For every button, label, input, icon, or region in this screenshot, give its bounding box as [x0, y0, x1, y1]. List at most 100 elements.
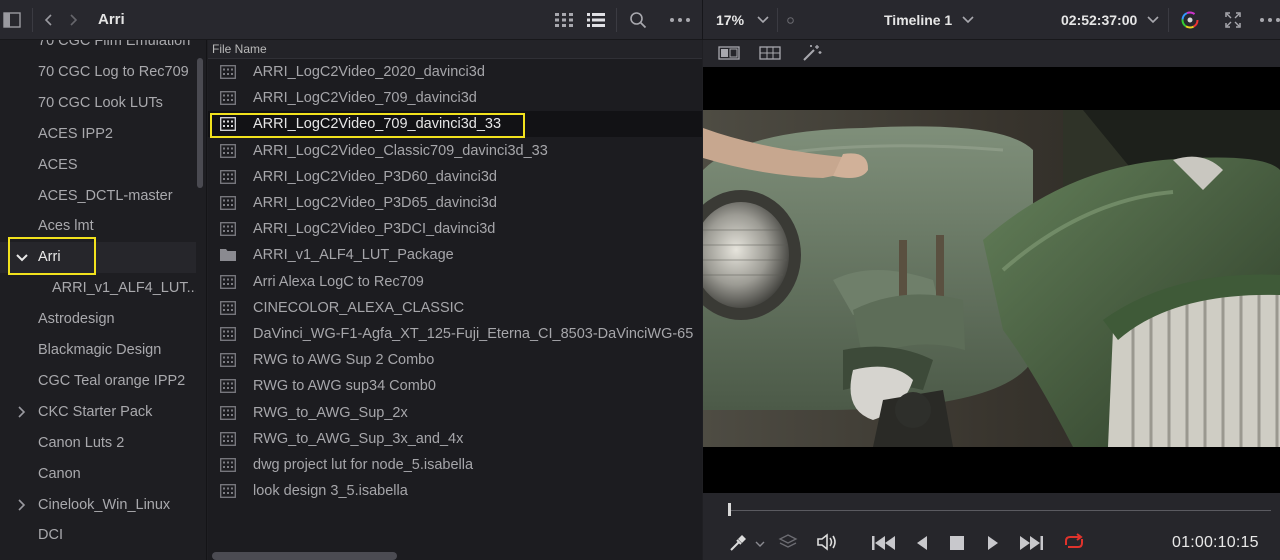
viewer-more-options-icon[interactable] [1258, 10, 1280, 30]
search-icon[interactable] [628, 10, 648, 30]
lut-file-icon [220, 65, 236, 79]
lut-file-icon [220, 222, 236, 237]
tree-item-label: 70 CGC Film Emulation [38, 40, 191, 49]
fullscreen-icon[interactable] [1224, 11, 1242, 29]
file-row[interactable]: ARRI_LogC2Video_Classic709_davinci3d_33 [208, 138, 702, 164]
folder-icon [220, 248, 236, 262]
file-row[interactable]: RWG_to_AWG_Sup_2x [208, 400, 702, 426]
timeline-selector[interactable]: Timeline 1 [884, 12, 952, 28]
file-row[interactable]: RWG_to_AWG_Sup_3x_and_4x [208, 426, 702, 452]
lut-file-icon [220, 353, 236, 368]
thumbnail-view-icon[interactable] [554, 11, 574, 29]
file-row[interactable]: Arri Alexa LogC to Rec709 [208, 269, 702, 295]
tree-item[interactable]: 70 CGC Film Emulation [0, 40, 196, 57]
tree-item[interactable]: ACES IPP2 [0, 119, 196, 150]
file-row[interactable]: ARRI_LogC2Video_709_davinci3d [208, 85, 702, 111]
layers-icon[interactable] [777, 531, 799, 553]
skip-to-start-icon[interactable] [871, 533, 897, 553]
chevron-right-icon[interactable] [15, 490, 29, 521]
tree-item-label: ACES IPP2 [38, 125, 113, 142]
top-toolbar: Arri 17% Timeline 1 02:52:37:00 [0, 0, 1280, 40]
tree-item[interactable]: ARRI_v1_ALF4_LUT... [0, 273, 196, 304]
tree-item[interactable]: ACES [0, 150, 196, 181]
lut-file-icon [220, 196, 236, 210]
file-row[interactable]: CINECOLOR_ALEXA_CLASSIC [208, 295, 702, 321]
file-name: ARRI_LogC2Video_P3D65_davinci3d [253, 195, 497, 211]
lut-file-icon [220, 431, 236, 446]
file-row[interactable]: ARRI_LogC2Video_P3D65_davinci3d [208, 190, 702, 216]
gallery-grid-icon[interactable] [758, 44, 782, 62]
file-name: RWG_to_AWG_Sup_2x [253, 404, 408, 421]
play-reverse-icon[interactable] [913, 533, 931, 553]
tree-item[interactable]: ACES_DCTL-master [0, 181, 196, 212]
record-timecode: 01:00:10:15 [1172, 534, 1259, 551]
lut-file-icon [220, 91, 236, 106]
source-timecode: 02:52:37:00 [1061, 12, 1138, 28]
lut-file-icon [220, 274, 236, 289]
file-name: RWG_to_AWG_Sup_3x_and_4x [253, 430, 464, 447]
column-header-file-name[interactable]: File Name [208, 40, 702, 59]
timecode-chevron-down-icon[interactable] [1146, 12, 1160, 28]
file-row[interactable]: look design 3_5.isabella [208, 478, 702, 504]
lut-folder-tree: 70 CGC Film Emulation 70 CGC Log to Rec70… [0, 40, 207, 560]
file-row[interactable]: ARRI_v1_ALF4_LUT_Package [208, 242, 702, 268]
file-name: RWG to AWG sup34 Comb0 [253, 378, 436, 395]
tree-item[interactable]: DCI [0, 520, 196, 551]
back-icon[interactable] [40, 10, 58, 30]
split-wipe-icon[interactable] [717, 44, 741, 62]
tree-item-label: Canon [38, 465, 81, 482]
file-row[interactable]: ARRI_LogC2Video_P3D60_davinci3d [208, 164, 702, 190]
arri-folder-highlight [8, 237, 96, 275]
file-row[interactable]: ARRI_LogC2Video_2020_davinci3d [208, 59, 702, 85]
tree-item[interactable]: Cinelook_Win_Linux [0, 490, 196, 521]
viewer-toolbar [703, 40, 1280, 67]
file-row[interactable]: ARRI_LogC2Video_P3DCI_davinci3d [208, 216, 702, 242]
tree-item-label: DCI [38, 527, 63, 544]
lut-file-icon [220, 458, 236, 472]
loop-icon[interactable] [1061, 531, 1087, 553]
tree-item[interactable]: CGC Teal orange IPP2 [0, 366, 196, 397]
eyedropper-icon[interactable] [728, 533, 748, 553]
volume-icon[interactable] [815, 531, 839, 553]
tree-item-label: Astrodesign [38, 311, 115, 328]
panel-toggle-icon[interactable] [2, 10, 22, 30]
tree-item[interactable]: Blackmagic Design [0, 335, 196, 366]
tree-scrollbar[interactable] [197, 58, 203, 188]
file-name: Arri Alexa LogC to Rec709 [253, 273, 424, 290]
tree-item-label: CGC Teal orange IPP2 [38, 372, 186, 389]
file-list-scrollbar[interactable] [212, 552, 397, 560]
list-view-icon[interactable] [586, 11, 606, 29]
tree-item[interactable]: Canon Luts 2 [0, 428, 196, 459]
timeline-chevron-down-icon[interactable] [961, 12, 975, 28]
tree-item[interactable]: Astrodesign [0, 304, 196, 335]
tree-item[interactable]: Canon [0, 459, 196, 490]
tree-item[interactable]: 70 CGC Log to Rec709 [0, 57, 196, 88]
status-dot-icon [786, 16, 794, 24]
tree-item-label: ACES [38, 156, 78, 173]
file-name: ARRI_LogC2Video_P3D60_davinci3d [253, 168, 497, 185]
playhead[interactable] [728, 503, 731, 516]
stop-icon[interactable] [947, 533, 967, 553]
file-name: ARRI_LogC2Video_709_davinci3d [253, 90, 477, 107]
tree-item-label: ACES_DCTL-master [38, 187, 173, 204]
tree-item-label: Cinelook_Win_Linux [38, 496, 171, 513]
magic-wand-icon[interactable] [801, 43, 823, 63]
file-row[interactable]: dwg project lut for node_5.isabella [208, 452, 702, 478]
scrubber-track[interactable] [731, 510, 1271, 511]
zoom-chevron-down-icon[interactable] [756, 12, 770, 28]
lut-file-icon [220, 405, 236, 420]
play-icon[interactable] [984, 533, 1002, 553]
file-name: look design 3_5.isabella [253, 483, 408, 500]
file-row[interactable]: DaVinci_WG-F1-Agfa_XT_125-Fuji_Eterna_CI… [208, 321, 702, 347]
chevron-right-icon[interactable] [15, 397, 29, 428]
tree-item[interactable]: CKC Starter Pack [0, 397, 196, 428]
tree-item[interactable]: 70 CGC Look LUTs [0, 88, 196, 119]
file-row[interactable]: RWG to AWG Sup 2 Combo [208, 347, 702, 373]
forward-icon[interactable] [64, 10, 82, 30]
file-row[interactable]: RWG to AWG sup34 Comb0 [208, 373, 702, 399]
color-wheel-icon[interactable] [1179, 9, 1201, 31]
more-options-icon[interactable] [668, 10, 692, 30]
zoom-level[interactable]: 17% [716, 12, 744, 28]
skip-to-end-icon[interactable] [1018, 533, 1044, 553]
eyedropper-chevron-down-icon[interactable] [753, 537, 767, 551]
